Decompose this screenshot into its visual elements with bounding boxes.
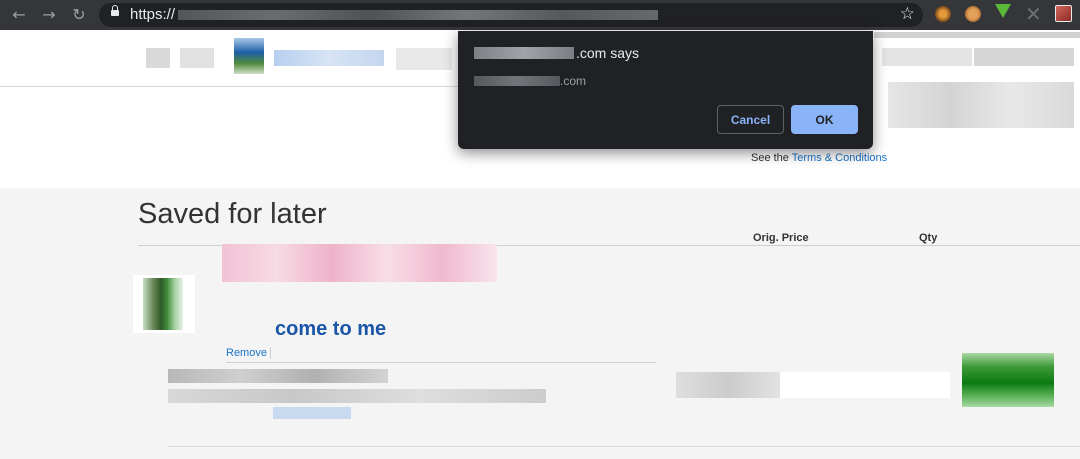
saved-for-later-section: Saved for later Orig. Price Qty come to … bbox=[0, 188, 1080, 459]
bottom-divider bbox=[168, 446, 1080, 447]
price-redacted bbox=[662, 366, 952, 404]
dialog-message-redacted bbox=[474, 76, 560, 86]
profile-icon[interactable] bbox=[1055, 5, 1072, 22]
dialog-message: .com bbox=[560, 74, 587, 88]
back-button[interactable]: ← bbox=[8, 4, 30, 26]
product-thumbnail[interactable] bbox=[133, 275, 195, 333]
product-name-redacted[interactable] bbox=[222, 244, 497, 282]
reload-icon: ↻ bbox=[72, 5, 86, 24]
second-item-redacted bbox=[158, 363, 548, 433]
column-header-orig-price: Orig. Price bbox=[753, 232, 809, 244]
forward-button[interactable]: → bbox=[38, 4, 60, 26]
cookie-icon[interactable] bbox=[965, 6, 981, 22]
dialog-host-redacted bbox=[474, 47, 574, 59]
column-header-qty: Qty bbox=[919, 232, 938, 244]
quantity-selector-redacted[interactable] bbox=[962, 353, 1054, 407]
injected-text: come to me bbox=[275, 318, 387, 340]
section-title: Saved for later bbox=[138, 198, 327, 230]
remove-link[interactable]: Remove bbox=[226, 347, 267, 359]
order-summary-redacted bbox=[874, 32, 1080, 132]
site-header-redacted bbox=[146, 38, 456, 86]
download-arrow-icon[interactable] bbox=[995, 4, 1011, 18]
arrow-left-icon: ← bbox=[12, 5, 26, 24]
arrow-right-icon: → bbox=[42, 5, 56, 24]
header-divider bbox=[0, 86, 460, 87]
address-bar[interactable]: https:// ☆ bbox=[99, 3, 923, 27]
alert-dialog: .com says .com Cancel OK bbox=[458, 31, 873, 149]
url-scheme: https:// bbox=[130, 6, 176, 23]
ok-button[interactable]: OK bbox=[791, 105, 858, 134]
link-separator bbox=[270, 347, 271, 359]
dialog-title: .com says bbox=[576, 45, 640, 61]
x-extension-icon[interactable]: ✕ bbox=[1025, 3, 1042, 25]
terms-text: See the Terms & Conditions bbox=[751, 152, 887, 164]
extension-1-icon[interactable] bbox=[935, 6, 951, 22]
cancel-button[interactable]: Cancel bbox=[717, 105, 784, 134]
url-redacted bbox=[178, 10, 658, 20]
terms-link[interactable]: Terms & Conditions bbox=[792, 152, 887, 164]
browser-toolbar: ← → ↻ https:// ☆ ✕ bbox=[0, 0, 1080, 30]
lock-icon bbox=[111, 5, 119, 16]
reload-button[interactable]: ↻ bbox=[68, 4, 90, 26]
terms-prefix: See the bbox=[751, 152, 792, 164]
star-icon[interactable]: ☆ bbox=[900, 4, 915, 24]
